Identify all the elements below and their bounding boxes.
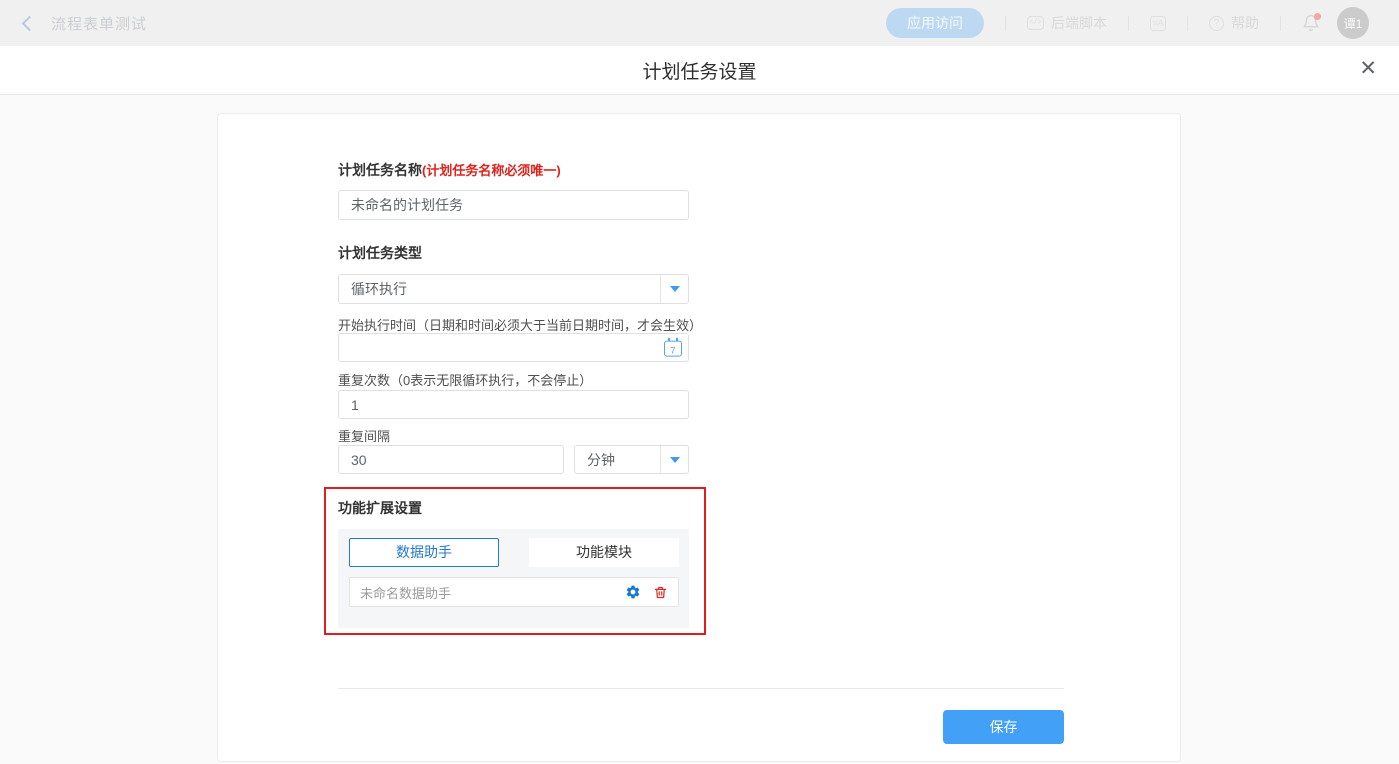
divider — [1187, 16, 1188, 31]
code-icon: </> — [1027, 16, 1044, 30]
interval-unit-value: 分钟 — [575, 446, 660, 473]
start-time-field: 7 — [338, 333, 689, 362]
chevron-down-icon — [670, 286, 680, 292]
data-assistant-name: 未命名数据助手 — [360, 583, 613, 602]
avatar[interactable]: 谭1 — [1337, 7, 1369, 39]
repeat-count-input[interactable] — [338, 390, 689, 419]
interval-unit-select[interactable]: 分钟 — [574, 445, 689, 474]
close-icon[interactable]: ✕ — [1359, 58, 1377, 79]
dialog-title: 计划任务设置 — [642, 57, 756, 84]
notification-button[interactable] — [1302, 14, 1320, 32]
language-icon: ≡A — [1150, 16, 1166, 31]
calendar-day-glyph: 7 — [670, 345, 675, 355]
gear-icon — [625, 584, 641, 600]
help-label: 帮助 — [1231, 13, 1259, 33]
language-button[interactable]: ≡A — [1150, 16, 1166, 31]
delete-button[interactable] — [653, 585, 668, 600]
topbar: 流程表单测试 应用访问 </> 后端脚本 ≡A ? 帮助 谭1 — [0, 0, 1399, 46]
backend-script-button[interactable]: </> 后端脚本 — [1027, 13, 1107, 33]
tab-data-assistant[interactable]: 数据助手 — [349, 538, 499, 567]
notification-badge — [1314, 13, 1321, 20]
repeat-interval-input[interactable] — [338, 445, 564, 474]
task-type-label: 计划任务类型 — [338, 243, 422, 263]
tab-function-module[interactable]: 功能模块 — [529, 538, 679, 567]
tab-function-module-label: 功能模块 — [576, 544, 632, 560]
start-time-input[interactable] — [338, 333, 689, 362]
app-access-button[interactable]: 应用访问 — [886, 8, 984, 38]
extension-settings-label: 功能扩展设置 — [338, 498, 422, 518]
footer-divider — [338, 688, 1064, 689]
chevron-down-icon — [670, 457, 680, 463]
app-access-label: 应用访问 — [907, 13, 963, 33]
trash-icon — [653, 585, 668, 600]
save-button-label: 保存 — [990, 717, 1018, 737]
dialog-header: 计划任务设置 ✕ — [0, 46, 1399, 95]
extension-panel: 数据助手 功能模块 未命名数据助手 — [338, 529, 689, 628]
help-icon: ? — [1209, 16, 1224, 31]
settings-card: 计划任务名称(计划任务名称必须唯一) 计划任务类型 循环执行 开始执行时间（日期… — [217, 113, 1181, 762]
divider — [1128, 16, 1129, 31]
repeat-count-label: 重复次数（0表示无限循环执行，不会停止） — [338, 370, 592, 389]
backend-script-label: 后端脚本 — [1051, 13, 1107, 33]
dialog-body: 计划任务名称(计划任务名称必须唯一) 计划任务类型 循环执行 开始执行时间（日期… — [0, 95, 1399, 764]
task-name-label-text: 计划任务名称 — [338, 162, 422, 178]
save-button[interactable]: 保存 — [943, 710, 1064, 744]
avatar-text: 谭1 — [1344, 15, 1363, 32]
interval-unit-arrow[interactable] — [660, 446, 688, 473]
divider — [1280, 16, 1281, 31]
task-type-value: 循环执行 — [339, 275, 660, 303]
task-type-select[interactable]: 循环执行 — [338, 274, 689, 304]
repeat-interval-label: 重复间隔 — [338, 426, 390, 445]
help-button[interactable]: ? 帮助 — [1209, 13, 1259, 33]
configure-button[interactable] — [625, 584, 641, 600]
task-name-unique-note: (计划任务名称必须唯一) — [422, 163, 561, 178]
data-assistant-item[interactable]: 未命名数据助手 — [349, 577, 679, 607]
tab-data-assistant-label: 数据助手 — [396, 544, 452, 560]
page-title: 流程表单测试 — [51, 13, 147, 34]
divider — [1005, 16, 1006, 31]
calendar-icon[interactable]: 7 — [664, 340, 682, 356]
back-icon[interactable] — [22, 15, 38, 31]
task-type-arrow[interactable] — [660, 275, 688, 303]
topbar-right: 应用访问 </> 后端脚本 ≡A ? 帮助 谭1 — [886, 7, 1399, 39]
task-name-label: 计划任务名称(计划任务名称必须唯一) — [338, 160, 561, 180]
task-name-input[interactable] — [338, 190, 689, 220]
start-time-label: 开始执行时间（日期和时间必须大于当前日期时间，才会生效） — [338, 315, 702, 334]
topbar-left: 流程表单测试 — [0, 13, 147, 34]
